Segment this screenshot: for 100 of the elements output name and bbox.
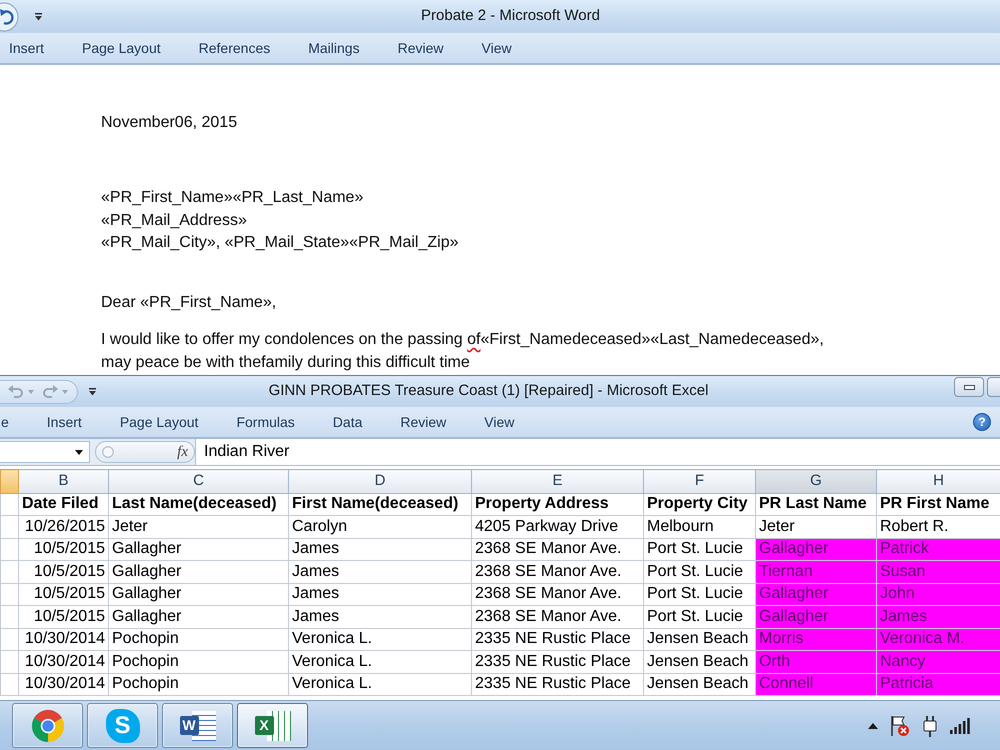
table-cell: Orth	[756, 650, 876, 673]
ribbon-tab[interactable]: Insert	[0, 36, 64, 60]
table-cell: 10/5/2015	[18, 583, 108, 606]
table-cell: Jeter	[108, 516, 288, 538]
ribbon-tab[interactable]: View	[465, 410, 534, 434]
table-cell: Gallagher	[108, 606, 288, 628]
table-cell: Gallagher	[108, 583, 288, 606]
dropdown-icon[interactable]	[34, 12, 43, 20]
table-cell: James	[876, 606, 1000, 628]
ribbon-tab[interactable]: Formulas	[217, 410, 314, 434]
table-cell: Veronica L.	[288, 673, 472, 696]
table-cell: Pochopin	[108, 673, 288, 696]
window-title: Probate 2 - Microsoft Word	[420, 6, 601, 26]
header-cell: Property Address	[472, 493, 644, 516]
formula-field[interactable]: Indian River	[195, 439, 1000, 465]
chat-app-icon: S	[106, 708, 140, 742]
name-box-field[interactable]	[0, 441, 90, 463]
table-cell: Patricia	[876, 673, 1000, 696]
ribbon-tab[interactable]: View	[462, 36, 531, 60]
column-header[interactable]: B	[18, 470, 108, 493]
ribbon-tab[interactable]: Page Layout	[100, 410, 218, 434]
signal-strength-icon[interactable]	[950, 718, 970, 734]
table-cell: Patrick	[876, 538, 1000, 560]
table-cell: James	[288, 606, 472, 628]
ribbon-tab[interactable]: References	[180, 36, 290, 60]
minimize-button[interactable]	[954, 377, 984, 397]
power-plug-icon[interactable]	[922, 714, 938, 736]
taskbar-button[interactable]: X	[237, 703, 308, 748]
letter-date: November06, 2015	[101, 113, 238, 133]
table-cell: Port St. Lucie	[644, 583, 756, 606]
column-header[interactable]: C	[108, 470, 288, 493]
table-cell: Gallagher	[756, 538, 876, 560]
table-cell: 2368 SE Manor Ave.	[472, 583, 644, 606]
table-cell: Pochopin	[108, 650, 288, 673]
ribbon-tab[interactable]: Review	[378, 36, 462, 60]
table-cell: John	[876, 583, 1000, 606]
header-cell: Property City	[644, 493, 756, 516]
ribbon-tab[interactable]: Page Layout	[63, 36, 180, 60]
window-title: GINN PROBATES Treasure Coast (1) [Repaired] - Microsoft Excel	[268, 381, 710, 402]
taskbar-button[interactable]	[12, 703, 83, 748]
table-cell: Morris	[756, 628, 876, 650]
table-cell: Jensen Beach	[644, 650, 756, 673]
flag-icon[interactable]	[890, 714, 910, 736]
address-line: «PR_Mail_Address»	[101, 210, 248, 230]
table-cell: 10/30/2014	[18, 673, 108, 696]
ribbon-tab[interactable]: Mailings	[289, 36, 379, 60]
table-cell: Port St. Lucie	[644, 560, 756, 583]
show-hidden-icon[interactable]	[868, 722, 878, 728]
header-cell: PR First Name	[876, 493, 1000, 516]
column-header[interactable]: D	[288, 470, 472, 493]
header-cell: PR Last Name	[756, 493, 876, 516]
table-cell: 4205 Parkway Drive	[472, 516, 644, 538]
letter-paragraph: I would like to offer my condolences on the passing of«First_Namedeceased»«Last_Namedeceased», may peace be with thefamily during this difficult time	[101, 330, 825, 372]
ribbon-tab[interactable]: Review	[381, 410, 466, 434]
table-cell: Susan	[876, 560, 1000, 583]
table-cell: Gallagher	[756, 606, 876, 628]
table-cell: Port St. Lucie	[644, 538, 756, 560]
taskbar-button[interactable]: W	[162, 703, 233, 748]
table-cell: 10/26/2015	[18, 516, 108, 538]
table-cell: Gallagher	[108, 538, 288, 560]
address-line: «PR_Mail_City», «PR_Mail_State»«PR_Mail_Zip»	[101, 233, 460, 253]
table-cell: 10/5/2015	[18, 538, 108, 560]
table-cell: Connell	[756, 673, 876, 696]
table-cell: Veronica L.	[288, 628, 472, 650]
table-cell: Port St. Lucie	[644, 606, 756, 628]
minimize-icon	[964, 384, 974, 390]
header-cell: Last Name(deceased)	[108, 493, 288, 516]
table-cell: Jensen Beach	[644, 673, 756, 696]
column-header[interactable]: E	[472, 470, 644, 493]
table-cell: Gallagher	[756, 583, 876, 606]
table-cell: 2335 NE Rustic Place	[472, 673, 644, 696]
table-cell: 10/5/2015	[18, 606, 108, 628]
ribbon-tab[interactable]: Insert	[28, 410, 101, 434]
table-cell: 2368 SE Manor Ave.	[472, 560, 644, 583]
spreadsheet-app-icon: X	[254, 710, 290, 742]
table-cell: 10/30/2014	[18, 650, 108, 673]
column-header[interactable]: H	[876, 470, 1000, 493]
table-cell: 2335 NE Rustic Place	[472, 650, 644, 673]
dropdown-icon[interactable]	[88, 388, 97, 396]
table-cell: Pochopin	[108, 628, 288, 650]
table-cell: James	[288, 560, 472, 583]
header-cell: Date Filed	[18, 493, 108, 516]
ribbon-tab[interactable]: e	[0, 410, 28, 434]
table-cell: Jeter	[756, 516, 876, 538]
table-cell: Melbourn	[644, 516, 756, 538]
insert-function-button[interactable]: fx	[174, 443, 191, 461]
table-cell: Veronica M.	[876, 628, 1000, 650]
address-line: «PR_First_Name»«PR_Last_Name»	[101, 188, 364, 208]
salutation: Dear «PR_First_Name»,	[101, 293, 278, 313]
column-header[interactable]: G	[756, 470, 876, 493]
table-cell: 2335 NE Rustic Place	[472, 628, 644, 650]
table-cell: James	[288, 583, 472, 606]
maximize-button[interactable]	[987, 377, 1000, 397]
table-cell: Carolyn	[288, 516, 472, 538]
ribbon-tab[interactable]: Data	[314, 410, 382, 434]
dropdown-icon[interactable]	[75, 450, 83, 454]
table-cell: James	[288, 538, 472, 560]
table-cell: Tiernan	[756, 560, 876, 583]
browser-icon	[30, 708, 64, 742]
column-header[interactable]: F	[644, 470, 756, 493]
